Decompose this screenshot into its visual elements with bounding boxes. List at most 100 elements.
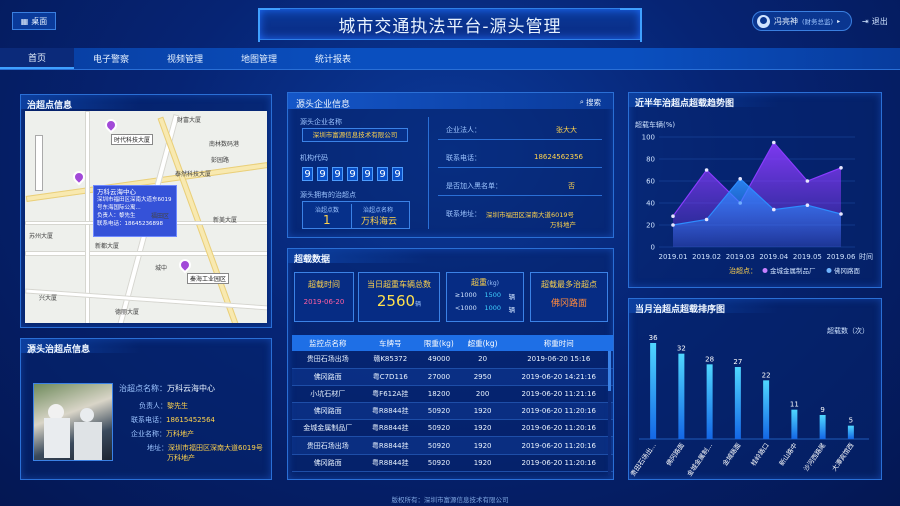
table-cell: 50920: [417, 402, 461, 421]
code-digit: 9: [317, 167, 328, 181]
code-digits: 9999999: [302, 167, 407, 181]
table-cell: 2019-06-20 11:20:16: [504, 402, 613, 421]
tab-e-police[interactable]: 电子警察: [74, 48, 148, 69]
popup-phone: 18645236898: [124, 221, 164, 227]
x-tick-label: 2019.05: [793, 253, 822, 261]
main-nav: 首页 电子警察 视频管理 地图管理 统计报表: [0, 48, 900, 70]
phone-value: 18624562356: [534, 153, 583, 161]
time-value: 2019-06-20: [303, 298, 345, 306]
tab-map[interactable]: 地图管理: [222, 48, 296, 69]
most-value: 佛冈路面: [550, 299, 587, 309]
code-digit: 9: [302, 167, 313, 181]
y-tick-label: 60: [646, 178, 655, 186]
table-cell: 贵田石场出场: [292, 436, 364, 455]
table-row[interactable]: 贵田石场出场 赣K85372 49000 20 2019-06-20 15:16: [292, 351, 613, 369]
overload-table: 监控点名称 车牌号 限重(kg) 超重(kg) 称重时间 贵田石场出场 赣K853…: [292, 335, 613, 472]
site-person-label: 负责人：: [139, 402, 167, 410]
zoom-control[interactable]: [35, 135, 43, 191]
table-cell: 2019-06-20 11:21:16: [504, 385, 613, 404]
weight-card: 超重(kg) ≥1000 1500 辆 <1000 1000 辆: [446, 272, 524, 322]
scrollbar-thumb[interactable]: [608, 351, 611, 391]
desktop-label: 桌面: [31, 16, 48, 26]
table-cell: 2019-06-20 11:20:16: [504, 419, 613, 438]
legend-prefix: 治超点：: [729, 266, 757, 275]
table-row[interactable]: 金城金属制品厂 粤R8844挂 50920 1920 2019-06-20 11:20:…: [292, 419, 613, 438]
tab-video[interactable]: 视频管理: [148, 48, 222, 69]
search-button[interactable]: ⌕ 搜索: [580, 97, 601, 108]
weight-unit: (kg): [487, 280, 499, 287]
map-label: 时代科技大厦: [111, 134, 154, 145]
x-tick-label: 2019.06: [827, 253, 856, 261]
x-tick-label: 大潭宾馆西: [829, 441, 855, 473]
table-cell: 18200: [417, 385, 461, 404]
bar: [791, 409, 798, 439]
most-label: 超载最多治超点: [541, 280, 597, 289]
series-point: [839, 166, 843, 170]
table-cell: 2019-06-20 11:20:16: [504, 436, 613, 455]
bar: [763, 380, 770, 439]
gt-value: 1500: [484, 291, 501, 299]
code-digit: 9: [347, 167, 358, 181]
x-tick-label: 沙河西路尾: [801, 441, 827, 473]
table-row[interactable]: 贵田石场出场 粤R8844挂 50920 1920 2019-06-20 11:20:1…: [292, 436, 613, 455]
x-tick-label: 2019.03: [726, 253, 755, 261]
table-cell: 佛冈路面: [292, 368, 364, 386]
source-site-title: 源头治超点信息: [27, 345, 91, 355]
y-tick-label: 80: [646, 156, 655, 164]
bar-value-label: 5: [849, 417, 853, 425]
table-cell: 2019-06-20 15:16: [504, 351, 613, 369]
bar-value-label: 11: [790, 401, 799, 409]
col-header: 超重(kg): [460, 335, 505, 351]
total-unit: 辆: [415, 301, 422, 308]
table-row[interactable]: 佛冈路面 粤R8844挂 50920 1920 2019-06-20 11:20:16: [292, 454, 613, 472]
bar: [706, 364, 713, 439]
table-row[interactable]: 小坑石材厂 粤F612A挂 18200 200 2019-06-20 11:21:16: [292, 385, 613, 404]
table-cell: 200: [460, 385, 505, 404]
y-tick-label: 40: [646, 200, 655, 208]
rank-title: 当月治超点超载排序图: [635, 305, 726, 315]
table-cell: 赣K85372: [363, 351, 418, 369]
map-pin-icon[interactable]: [176, 256, 194, 274]
gt-label: ≥1000: [454, 291, 477, 299]
map-label: 南林数码港: [209, 141, 240, 148]
series-point: [704, 168, 709, 172]
table-header-row: 监控点名称 车牌号 限重(kg) 超重(kg) 称重时间: [292, 335, 613, 351]
company-panel: 源头企业信息 ⌕ 搜索 源头企业名称 深圳市富源信息技术有限公司 机构代码 999…: [287, 92, 614, 238]
table-cell: 2950: [460, 368, 505, 386]
popup-person-label: 负责人：: [97, 213, 120, 219]
map-label: 城中: [155, 265, 168, 272]
tab-home[interactable]: 首页: [0, 48, 74, 69]
page-title: 城市交通执法平台-源头管理: [258, 8, 642, 42]
trend-title: 近半年治超点超载趋势图: [635, 99, 735, 109]
map-label: 苏州大厦: [29, 233, 54, 240]
bar: [650, 343, 657, 439]
map[interactable]: 时代科技大厦 财富大厦 万科云海中心 深圳市福田区深南大道东6019号东海国际公…: [25, 111, 267, 323]
logout-button[interactable]: ⇥ 退出: [862, 16, 888, 27]
desktop-button[interactable]: ▦ 桌面: [12, 12, 56, 30]
time-label: 超载时间: [308, 280, 340, 289]
table-cell: 佛冈路面: [292, 402, 364, 421]
lt-unit: 辆: [508, 306, 516, 314]
own-sites-label: 源头拥有的治超点: [300, 191, 356, 199]
bar-value-label: 32: [677, 345, 686, 353]
rank-panel: 当月治超点超载排序图 超载数（次） 36 贵田石场出... 32 佛冈路面 28 金城金属制…: [628, 298, 882, 480]
x-tick-label: 2019.04: [759, 253, 788, 261]
bar: [678, 353, 685, 439]
y-tick-label: 20: [646, 222, 655, 230]
table-row[interactable]: 佛冈路面 粤C7D116 27000 2950 2019-06-20 14:21:16: [292, 368, 613, 386]
scrollbar[interactable]: [608, 351, 611, 475]
tab-reports[interactable]: 统计报表: [296, 48, 370, 69]
table-row[interactable]: 佛冈路面 粤R8844挂 50920 1920 2019-06-20 11:20:16: [292, 402, 613, 421]
map-pin-icon[interactable]: [102, 116, 120, 134]
code-digit: 9: [332, 167, 343, 181]
x-tick-label: 新山路中: [777, 441, 799, 467]
x-axis-label: 时间: [859, 252, 873, 261]
table-cell: 粤F612A挂: [363, 385, 418, 404]
map-label: 新美大厦: [213, 217, 238, 224]
bar-value-label: 36: [649, 334, 658, 342]
table-cell: 1920: [460, 454, 505, 472]
bar-value-label: 9: [820, 406, 824, 414]
popup-person: 黎先生: [119, 213, 136, 219]
table-cell: 1920: [460, 436, 505, 455]
user-menu[interactable]: 冯亮神 (财务总监) ▸: [752, 11, 852, 31]
